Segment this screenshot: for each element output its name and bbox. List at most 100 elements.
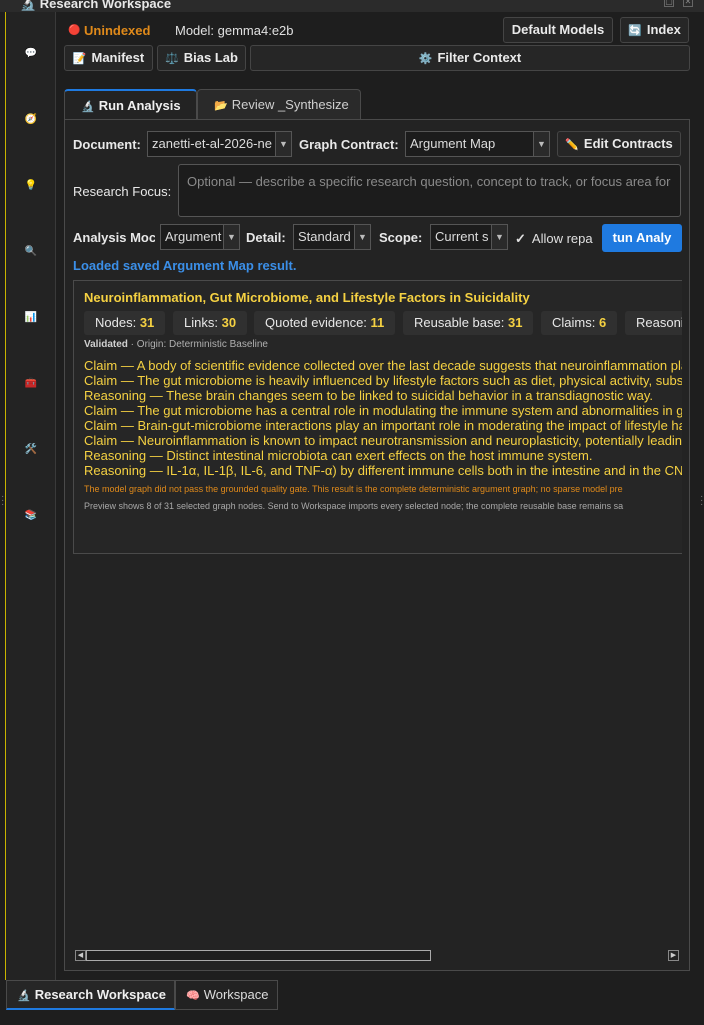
filter-context-button[interactable]: ⚙️ Filter Context	[250, 45, 690, 71]
stat-chip-nodes: Nodes: 31	[84, 311, 166, 335]
stat-chip-links: Links: 30	[173, 311, 248, 335]
manifest-label: Manifest	[91, 50, 145, 65]
research-focus-placeholder: Optional — describe a specific research …	[187, 174, 671, 189]
chevron-down-icon[interactable]: ▼	[533, 132, 549, 156]
allow-repair-label: Allow repa	[531, 231, 593, 246]
list-item: Reasoning — Distinct intestinal microbio…	[84, 448, 593, 463]
graph-contract-label: Graph Contract:	[299, 137, 399, 152]
left-splitter-handle[interactable]: · · ·	[1, 492, 4, 511]
close-window-icon[interactable]: ✕	[683, 0, 693, 7]
bias-lab-label: Bias Lab	[183, 50, 238, 65]
scales-icon: ⚖️	[165, 53, 179, 65]
bias-lab-button[interactable]: ⚖️ Bias Lab	[157, 45, 246, 71]
index-label: Index	[646, 22, 681, 37]
edit-contracts-label: Edit Contracts	[583, 136, 673, 151]
result-card: Neuroinflammation, Gut Microbiome, and L…	[73, 280, 682, 554]
tab-review-label: Review _Synthesize	[231, 97, 349, 112]
stat-value: 31	[507, 315, 523, 330]
stat-label: Claims:	[552, 315, 596, 330]
origin-label: · Origin: Deterministic Baseline	[127, 339, 268, 350]
tab-run-analysis[interactable]: 🔬 Run Analysis	[64, 89, 197, 120]
validation-meta: Validated · Origin: Deterministic Baseli…	[84, 339, 268, 350]
index-status: Unindexed	[84, 23, 151, 38]
float-window-icon[interactable]: ▢	[664, 0, 674, 7]
tab-run-label: Run Analysis	[98, 98, 181, 113]
detail-value: Standard	[298, 229, 351, 244]
stat-chip-reusable-base: Reusable base: 31	[403, 311, 534, 335]
list-item: Claim — The gut microbiome is heavily in…	[84, 373, 682, 388]
document-select[interactable]: zanetti-et-al-2026-ne ▼	[147, 131, 292, 157]
list-item: Claim — The gut microbiome has a central…	[84, 403, 682, 418]
list-item: Claim — Neuroinflammation is known to im…	[84, 433, 682, 448]
window-titlebar: 🔬 Research Workspace ▢ ✕	[0, 0, 704, 12]
filter-context-label: Filter Context	[437, 50, 522, 65]
stat-chip-claims: Claims: 6	[541, 311, 618, 335]
stat-label: Reusable base:	[414, 315, 505, 330]
folder-icon: 📂	[214, 100, 228, 112]
tab-research-workspace-label: Research Workspace	[34, 987, 166, 1002]
search-icon[interactable]: 🔍	[24, 245, 38, 259]
chat-icon[interactable]: 💬	[24, 47, 38, 61]
horizontal-scrollbar[interactable]: ◀ ▶	[73, 949, 681, 962]
scroll-left-icon[interactable]: ◀	[75, 950, 86, 961]
lightbulb-icon[interactable]: 💡	[24, 179, 38, 193]
edit-contracts-button[interactable]: ✏️ Edit Contracts	[557, 131, 681, 157]
toolbox-icon[interactable]: 🧰	[24, 377, 38, 391]
validated-label: Validated	[84, 339, 128, 350]
brain-icon: 🧠	[186, 990, 200, 1002]
right-splitter-handle[interactable]: · · ·	[700, 492, 703, 511]
index-button[interactable]: 🔄 Index	[620, 17, 689, 43]
books-icon[interactable]: 📚	[24, 509, 38, 523]
stat-label: Links:	[184, 315, 218, 330]
tab-research-workspace[interactable]: 🔬 Research Workspace	[6, 980, 175, 1010]
default-models-button[interactable]: Default Models	[503, 17, 613, 43]
preview-note: Preview shows 8 of 31 selected graph nod…	[84, 501, 624, 511]
list-item: Claim — A body of scientific evidence co…	[84, 358, 682, 373]
stat-chip-quoted-evidence: Quoted evidence: 11	[254, 311, 396, 335]
scope-label: Scope:	[379, 230, 423, 245]
tab-review-synthesize[interactable]: 📂 Review _Synthesize	[197, 89, 361, 121]
gear-icon: ⚙️	[418, 53, 433, 65]
window-title: 🔬 Research Workspace	[20, 0, 172, 11]
scroll-right-icon[interactable]: ▶	[668, 950, 679, 961]
run-analysis-button[interactable]: tun Analy	[602, 224, 682, 252]
detail-label: Detail:	[246, 230, 286, 245]
loaded-message: Loaded saved Argument Map result.	[73, 258, 297, 273]
chevron-down-icon[interactable]: ▼	[354, 225, 370, 249]
analysis-mode-value: Argument	[165, 229, 222, 244]
scope-value: Current s	[435, 229, 489, 244]
chevron-down-icon[interactable]: ▼	[223, 225, 239, 249]
memo-icon: 📝	[72, 53, 87, 65]
chevron-down-icon[interactable]: ▼	[275, 132, 291, 156]
refresh-icon: 🔄	[628, 25, 642, 37]
analysis-mode-select[interactable]: Argument ▼	[160, 224, 240, 250]
tab-workspace[interactable]: 🧠 Workspace	[175, 980, 278, 1010]
status-dot-icon: 🔴	[68, 25, 81, 36]
default-models-label: Default Models	[511, 22, 605, 37]
stat-label: Quoted evidence:	[265, 315, 367, 330]
microscope-icon: 🔬	[81, 101, 95, 113]
list-item: Reasoning — These brain changes seem to …	[84, 388, 653, 403]
document-label: Document:	[73, 137, 141, 152]
allow-repair-checkbox[interactable]: ✓ Allow repa	[515, 231, 593, 247]
list-item: Reasoning — IL-1α, IL-1β, IL-6, and TNF-…	[84, 463, 682, 478]
document-value: zanetti-et-al-2026-ne	[152, 136, 272, 151]
stat-value: 11	[370, 315, 385, 330]
chevron-down-icon[interactable]: ▼	[491, 225, 507, 249]
scope-select[interactable]: Current s ▼	[430, 224, 508, 250]
graph-contract-select[interactable]: Argument Map ▼	[405, 131, 550, 157]
checkmark-icon: ✓	[515, 231, 526, 246]
chart-icon[interactable]: 📊	[24, 311, 38, 325]
sidebar: 💬 🧭 💡 🔍 📊 🧰 🛠️ 📚	[5, 12, 56, 980]
model-label: Model: gemma4:e2b	[175, 23, 294, 38]
tools-icon[interactable]: 🛠️	[24, 443, 38, 457]
run-analysis-label: tun Analy	[612, 230, 672, 245]
graph-contract-value: Argument Map	[410, 136, 496, 151]
analysis-mode-label: Analysis Moc	[73, 230, 155, 245]
research-focus-label: Research Focus:	[73, 184, 172, 199]
manifest-button[interactable]: 📝 Manifest	[64, 45, 153, 71]
scrollbar-thumb[interactable]	[86, 950, 431, 961]
detail-select[interactable]: Standard ▼	[293, 224, 371, 250]
compass-icon[interactable]: 🧭	[24, 113, 38, 127]
research-focus-input[interactable]: Optional — describe a specific research …	[178, 164, 681, 217]
